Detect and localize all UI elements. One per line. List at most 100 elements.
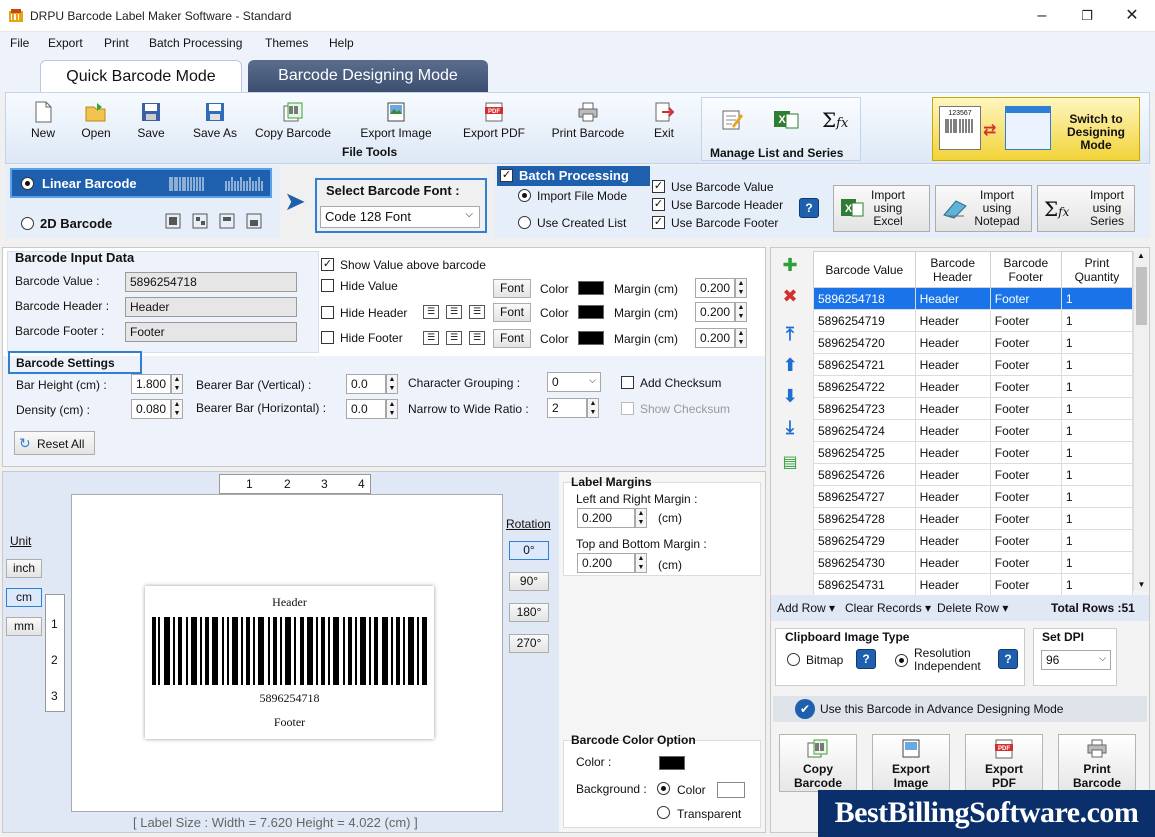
cell-barcode-header[interactable]: Header xyxy=(914,573,991,596)
delete-row-menu[interactable]: Delete Row ▾ xyxy=(937,601,1008,615)
cell-barcode-footer[interactable]: Footer xyxy=(989,551,1062,574)
use-barcode-header-checkbox[interactable]: ✓ xyxy=(652,198,665,211)
excel-list-icon[interactable]: X xyxy=(772,108,800,132)
cell-barcode-footer[interactable]: Footer xyxy=(989,573,1062,596)
cell-print-quantity[interactable]: 1 xyxy=(1060,573,1134,596)
rotation-270-button[interactable]: 270° xyxy=(509,634,549,653)
cell-barcode-header[interactable]: Header xyxy=(914,485,991,508)
table-row[interactable]: 5896254729 Header Footer 1 xyxy=(813,529,1134,552)
print-barcode-button[interactable]: Print Barcode xyxy=(548,101,628,140)
cell-barcode-header[interactable]: Header xyxy=(914,309,991,332)
tb-margin-spinner[interactable]: ▲ ▼ xyxy=(635,553,647,573)
table-row[interactable]: 5896254720 Header Footer 1 xyxy=(813,331,1134,354)
align-right-icon[interactable]: ☰ xyxy=(469,305,485,319)
transparent-radio[interactable] xyxy=(657,806,670,819)
scroll-up-icon[interactable]: ▲ xyxy=(1134,251,1148,260)
move-bottom-icon[interactable]: ⤓ xyxy=(779,416,801,438)
cell-barcode-value[interactable]: 5896254724 xyxy=(813,419,916,442)
menu-file[interactable]: File xyxy=(10,36,29,50)
cell-barcode-footer[interactable]: Footer xyxy=(989,287,1062,310)
cell-barcode-header[interactable]: Header xyxy=(914,419,991,442)
use-barcode-value-checkbox[interactable]: ✓ xyxy=(652,180,665,193)
bearer-vertical-input[interactable]: 0.0 xyxy=(346,374,386,394)
table-row[interactable]: 5896254731 Header Footer 1 xyxy=(813,573,1134,596)
density-input[interactable]: 0.080 xyxy=(131,399,171,419)
batch-processing-checkbox[interactable]: ✓ xyxy=(500,169,513,182)
hide-value-checkbox[interactable] xyxy=(321,279,334,292)
menu-help[interactable]: Help xyxy=(329,36,354,50)
tab-barcode-designing-mode[interactable]: Barcode Designing Mode xyxy=(248,60,488,92)
show-checksum-checkbox[interactable] xyxy=(621,402,634,415)
cell-barcode-value[interactable]: 5896254728 xyxy=(813,507,916,530)
cell-barcode-value[interactable]: 5896254725 xyxy=(813,441,916,464)
cell-barcode-value[interactable]: 5896254722 xyxy=(813,375,916,398)
table-row[interactable]: 5896254721 Header Footer 1 xyxy=(813,353,1134,376)
maximize-button[interactable]: ❐ xyxy=(1064,0,1110,32)
bearer-horizontal-input[interactable]: 0.0 xyxy=(346,399,386,419)
import-series-button[interactable]: Σfx Import using Series xyxy=(1037,185,1135,232)
rotation-180-button[interactable]: 180° xyxy=(509,603,549,622)
cell-barcode-footer[interactable]: Footer xyxy=(989,375,1062,398)
import-notepad-button[interactable]: Import using Notepad xyxy=(935,185,1032,232)
cell-barcode-value[interactable]: 5896254718 xyxy=(813,287,916,310)
batch-processing-header[interactable]: ✓ Batch Processing xyxy=(497,166,650,186)
align-center-icon[interactable]: ☰ xyxy=(446,305,462,319)
ratio-spinner[interactable]: ▲ ▼ xyxy=(587,398,599,418)
value-color-swatch[interactable] xyxy=(578,281,604,295)
value-margin-input[interactable]: 0.200 xyxy=(695,278,735,298)
cell-print-quantity[interactable]: 1 xyxy=(1060,441,1134,464)
dpi-dropdown[interactable]: 96 ⌵ xyxy=(1041,650,1111,670)
cell-barcode-footer[interactable]: Footer xyxy=(989,463,1062,486)
cell-barcode-header[interactable]: Header xyxy=(914,375,991,398)
new-button[interactable]: New xyxy=(28,101,58,140)
cell-barcode-value[interactable]: 5896254726 xyxy=(813,463,916,486)
linear-barcode-option[interactable]: Linear Barcode xyxy=(10,168,272,198)
cell-barcode-header[interactable]: Header xyxy=(914,397,991,420)
header-margin-input[interactable]: 0.200 xyxy=(695,302,735,322)
footer-align-left-icon[interactable]: ☰ xyxy=(423,331,439,345)
tb-margin-input[interactable]: 0.200 xyxy=(577,553,635,573)
cell-print-quantity[interactable]: 1 xyxy=(1060,331,1134,354)
add-record-icon[interactable]: ✚ xyxy=(779,254,801,276)
background-color-swatch[interactable] xyxy=(717,782,745,798)
lr-margin-input[interactable]: 0.200 xyxy=(577,508,635,528)
cell-print-quantity[interactable]: 1 xyxy=(1060,551,1134,574)
cell-barcode-value[interactable]: 5896254723 xyxy=(813,397,916,420)
resolution-independent-radio[interactable] xyxy=(895,654,908,667)
scroll-down-icon[interactable]: ▼ xyxy=(1134,580,1149,589)
footer-margin-spinner[interactable]: ▲ ▼ xyxy=(735,328,747,348)
unit-cm-button[interactable]: cm xyxy=(6,588,42,607)
table-row[interactable]: 5896254728 Header Footer 1 xyxy=(813,507,1134,530)
bar-height-input[interactable]: 1.800 xyxy=(131,374,171,394)
edit-list-icon[interactable] xyxy=(720,108,744,132)
cell-barcode-footer[interactable]: Footer xyxy=(989,441,1062,464)
cell-barcode-header[interactable]: Header xyxy=(914,441,991,464)
character-grouping-dropdown[interactable]: 0 ⌵ xyxy=(547,372,601,392)
cell-barcode-footer[interactable]: Footer xyxy=(989,507,1062,530)
clear-records-menu[interactable]: Clear Records ▾ xyxy=(845,601,931,615)
cell-print-quantity[interactable]: 1 xyxy=(1060,309,1134,332)
cell-barcode-value[interactable]: 5896254730 xyxy=(813,551,916,574)
value-margin-spinner[interactable]: ▲ ▼ xyxy=(735,278,747,298)
barcode-color-swatch[interactable] xyxy=(659,756,685,770)
open-button[interactable]: Open xyxy=(78,101,114,140)
table-row[interactable]: 5896254718 Header Footer 1 xyxy=(813,287,1134,310)
move-up-icon[interactable]: ⬆ xyxy=(779,354,801,376)
resolution-help-icon[interactable]: ? xyxy=(998,649,1018,669)
cell-barcode-value[interactable]: 5896254727 xyxy=(813,485,916,508)
cell-barcode-header[interactable]: Header xyxy=(914,529,991,552)
delete-record-icon[interactable]: ✖ xyxy=(779,285,801,307)
move-down-icon[interactable]: ⬇ xyxy=(779,385,801,407)
series-icon[interactable]: Σfx xyxy=(822,108,848,132)
cell-barcode-footer[interactable]: Footer xyxy=(989,309,1062,332)
use-created-list-radio[interactable] xyxy=(518,216,531,229)
value-font-button[interactable]: Font xyxy=(493,279,531,298)
show-value-above-checkbox[interactable]: ✓ xyxy=(321,258,334,271)
bar-height-spinner[interactable]: ▲ ▼ xyxy=(171,374,183,394)
col-print-quantity[interactable]: Print Quantity xyxy=(1060,251,1134,288)
header-color-swatch[interactable] xyxy=(578,305,604,319)
footer-margin-input[interactable]: 0.200 xyxy=(695,328,735,348)
hide-header-checkbox[interactable] xyxy=(321,306,334,319)
export-list-icon[interactable]: ▤ xyxy=(779,452,801,474)
table-row[interactable]: 5896254725 Header Footer 1 xyxy=(813,441,1134,464)
